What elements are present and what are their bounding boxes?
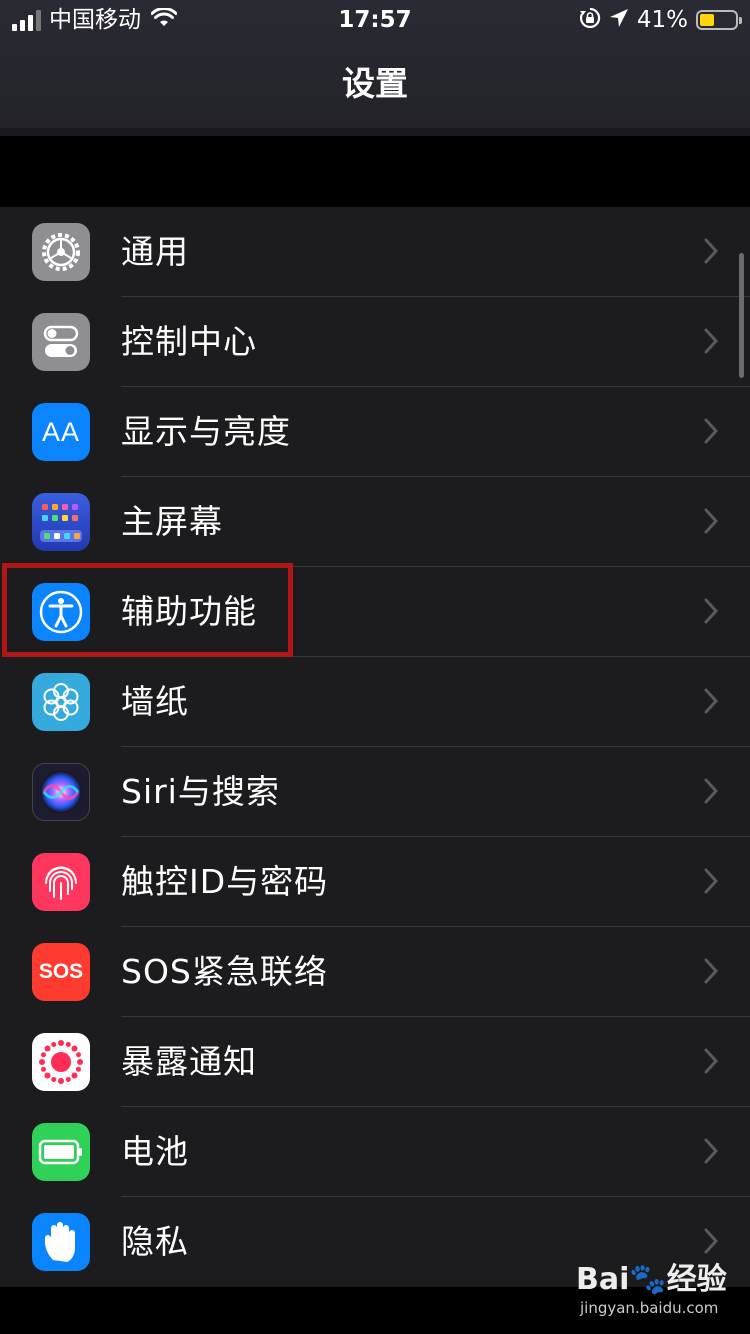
battery-settings-icon (32, 1123, 90, 1181)
exposure-icon (32, 1033, 90, 1091)
chevron-right-icon (704, 328, 718, 354)
battery-icon (696, 10, 742, 30)
chevron-right-icon (704, 418, 718, 444)
fingerprint-icon (32, 853, 90, 911)
watermark-brand: Bai🐾经验 (576, 1262, 727, 1297)
status-bar: 中国移动 17:57 41% (0, 0, 750, 40)
chevron-right-icon (704, 508, 718, 534)
chevron-right-icon (704, 778, 718, 804)
hand-icon (32, 1213, 90, 1271)
settings-list: 通用 控制中心 AA 显示与亮度 主屏幕 辅助功能 墙纸 Siri与搜索 触控I… (0, 207, 750, 1287)
settings-item-wallpaper[interactable]: 墙纸 (0, 657, 750, 747)
top-bar: 中国移动 17:57 41% 设置 (0, 0, 750, 128)
chevron-right-icon (704, 238, 718, 264)
settings-item-label: 隐私 (121, 1222, 189, 1261)
status-right: 41% (579, 6, 742, 34)
gear-icon (32, 223, 90, 281)
settings-item-label: 主屏幕 (121, 502, 223, 541)
chevron-right-icon (704, 1138, 718, 1164)
watermark: Bai🐾经验 jingyan.baidu.com (576, 1262, 746, 1322)
settings-item-label: 控制中心 (121, 322, 257, 361)
chevron-right-icon (704, 958, 718, 984)
settings-item-label: 墙纸 (121, 682, 189, 721)
location-icon (609, 8, 629, 32)
header-divider (0, 128, 750, 136)
siri-icon (32, 763, 90, 821)
watermark-url: jingyan.baidu.com (580, 1299, 719, 1317)
settings-item-label: 显示与亮度 (121, 412, 291, 451)
aa-text-icon: AA (32, 403, 90, 461)
settings-item-label: SOS紧急联络 (121, 952, 328, 991)
settings-item-touch-id[interactable]: 触控ID与密码 (0, 837, 750, 927)
home-screen-grid-icon (32, 493, 90, 551)
settings-item-label: 电池 (121, 1132, 189, 1171)
settings-item-display[interactable]: AA 显示与亮度 (0, 387, 750, 477)
settings-item-label: Siri与搜索 (121, 772, 280, 811)
settings-item-battery[interactable]: 电池 (0, 1107, 750, 1197)
settings-item-home-screen[interactable]: 主屏幕 (0, 477, 750, 567)
settings-item-siri[interactable]: Siri与搜索 (0, 747, 750, 837)
toggles-icon (32, 313, 90, 371)
sos-icon-text: SOS (38, 960, 84, 983)
flower-icon (32, 673, 90, 731)
chevron-right-icon (704, 688, 718, 714)
settings-item-label: 暴露通知 (121, 1042, 257, 1081)
settings-item-control-center[interactable]: 控制中心 (0, 297, 750, 387)
settings-item-label: 通用 (121, 232, 189, 271)
scrollbar[interactable] (739, 253, 744, 378)
rotation-lock-icon (579, 7, 601, 33)
chevron-right-icon (704, 1048, 718, 1074)
settings-item-exposure-notifications[interactable]: 暴露通知 (0, 1017, 750, 1107)
chevron-right-icon (704, 1228, 718, 1254)
chevron-right-icon (704, 598, 718, 624)
settings-item-emergency-sos[interactable]: SOS SOS紧急联络 (0, 927, 750, 1017)
battery-percent: 41% (636, 7, 688, 33)
sos-icon: SOS (32, 943, 90, 1001)
chevron-right-icon (704, 868, 718, 894)
settings-item-label: 触控ID与密码 (121, 862, 329, 901)
aa-icon-text: AA (41, 416, 81, 447)
page-title: 设置 (342, 64, 408, 103)
settings-item-general[interactable]: 通用 (0, 207, 750, 297)
highlight-box (2, 563, 293, 657)
